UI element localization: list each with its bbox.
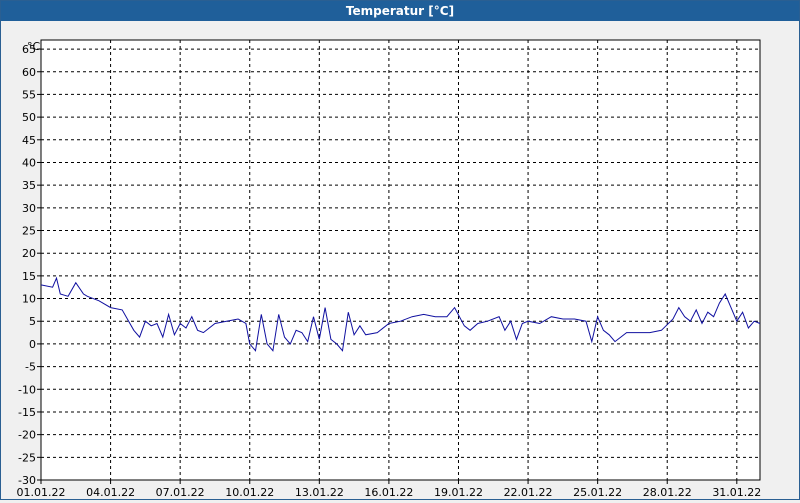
x-tick-label: 19.01.22 bbox=[434, 486, 483, 499]
x-tick-label: 07.01.22 bbox=[156, 486, 205, 499]
window-title: Temperatur [°C] bbox=[1, 1, 799, 21]
y-tick-label: -5 bbox=[25, 361, 36, 374]
y-tick-label: -10 bbox=[18, 383, 36, 396]
y-tick-label: -25 bbox=[18, 451, 36, 464]
temperature-chart: 65605550454035302520151050-5-10-15-20-25… bbox=[17, 39, 761, 499]
y-tick-label: -15 bbox=[18, 406, 36, 419]
x-tick-label: 01.01.22 bbox=[17, 486, 66, 499]
y-tick-label: 20 bbox=[22, 247, 36, 260]
y-axis-ticks: 65605550454035302520151050-5-10-15-20-25… bbox=[18, 43, 41, 487]
y-tick-label: 40 bbox=[22, 156, 36, 169]
x-tick-label: 10.01.22 bbox=[225, 486, 274, 499]
y-tick-label: 55 bbox=[22, 88, 36, 101]
x-tick-label: 13.01.22 bbox=[295, 486, 344, 499]
x-axis-ticks: 01.01.22 04.01.22 07.01.22 10.01.22 13.01.22… bbox=[17, 480, 761, 499]
y-tick-label: 10 bbox=[22, 293, 36, 306]
x-tick-label: 04.01.22 bbox=[86, 486, 135, 499]
x-tick-label: 22.01.22 bbox=[504, 486, 553, 499]
y-tick-label: 0 bbox=[29, 338, 36, 351]
x-tick-label: 31.01.22 bbox=[712, 486, 761, 499]
y-tick-label: 30 bbox=[22, 202, 36, 215]
y-tick-label: 35 bbox=[22, 179, 36, 192]
x-tick-label: 16.01.22 bbox=[364, 486, 413, 499]
y-tick-label: 15 bbox=[22, 270, 36, 283]
x-tick-label: 25.01.22 bbox=[573, 486, 622, 499]
y-tick-label: 5 bbox=[29, 315, 36, 328]
y-tick-label: 25 bbox=[22, 225, 36, 238]
chart-window: Temperatur [°C] 65 60 55 50 45 40 35 30 25 20 15 10… bbox=[0, 0, 800, 500]
y-tick-label: -20 bbox=[18, 429, 36, 442]
y-tick-label: 60 bbox=[22, 66, 36, 79]
plot-area bbox=[40, 39, 761, 481]
x-tick-label: 28.01.22 bbox=[643, 486, 692, 499]
y-tick-label: 50 bbox=[22, 111, 36, 124]
y-tick-label: 45 bbox=[22, 134, 36, 147]
y-axis-unit-label: °C bbox=[27, 40, 41, 53]
